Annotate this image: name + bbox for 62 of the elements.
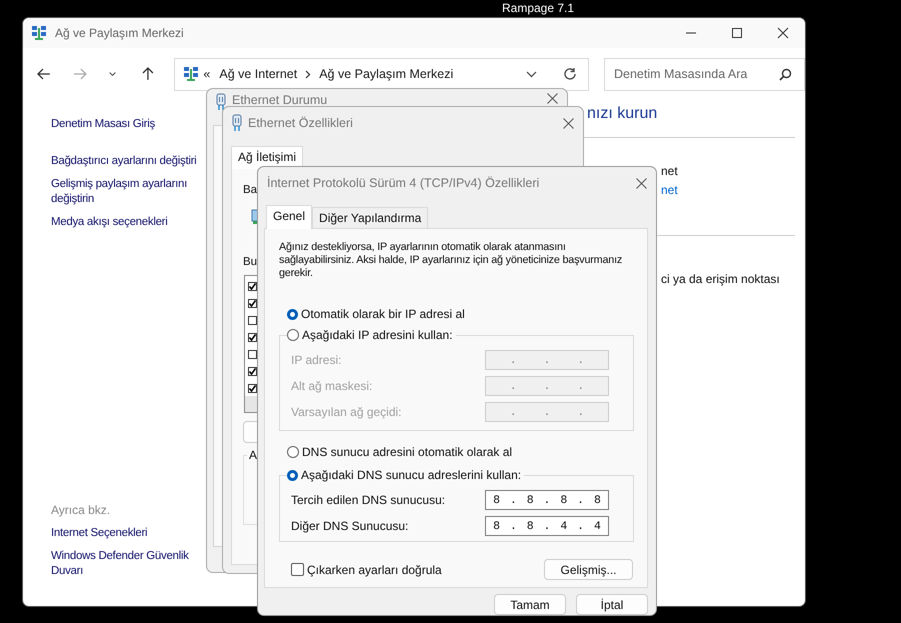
sidebar-link[interactable]: Medya akışı seçenekleri xyxy=(51,215,168,230)
radio-option[interactable]: Aşağıdaki DNS sunucu adreslerini kullan: xyxy=(287,468,524,482)
search-field[interactable]: Denetim Masasında Ara xyxy=(604,58,805,90)
field-label: Varsayılan ağ geçidi: xyxy=(291,405,402,419)
window-title: Ethernet Durumu xyxy=(232,93,328,107)
breadcrumb[interactable]: Ağ ve Internet xyxy=(219,67,298,81)
up-arrow-icon[interactable] xyxy=(140,67,154,81)
ip-address-field[interactable]: 8 . 8 . 8 . 8 xyxy=(485,490,609,510)
tab[interactable]: Genel xyxy=(266,205,312,229)
field-label: IP adresi: xyxy=(291,353,342,367)
connect-using-label: Ba xyxy=(243,183,258,197)
close-icon[interactable] xyxy=(777,27,789,39)
desktop-icon-label[interactable]: Rampage 7.1 xyxy=(502,1,574,15)
checkbox[interactable] xyxy=(248,367,257,376)
back-arrow-icon[interactable] xyxy=(37,67,51,81)
overflow-mark[interactable]: « xyxy=(203,67,210,81)
tab[interactable]: Ağ İletişimi xyxy=(231,146,304,169)
close-icon[interactable] xyxy=(547,93,558,104)
ip-address-field[interactable]: 8 . 8 . 4 . 4 xyxy=(485,516,609,536)
breadcrumb[interactable]: Ağ ve Paylaşım Merkezi xyxy=(319,67,454,81)
validate-checkbox[interactable]: Çıkarken ayarları doğrula xyxy=(291,562,442,576)
checkbox[interactable] xyxy=(248,333,257,342)
radio-option[interactable]: DNS sunucu adresini otomatik olarak al xyxy=(287,445,634,459)
radio-option[interactable]: Otomatik olarak bir IP adresi al xyxy=(287,307,634,321)
field-label: Alt ağ maskesi: xyxy=(291,379,372,393)
chevron-right-icon[interactable] xyxy=(305,70,312,78)
checkbox[interactable] xyxy=(248,299,257,308)
sidebar-link[interactable]: Bağdaştırıcı ayarlarını değiştiri xyxy=(51,154,196,169)
network-icon xyxy=(183,66,200,82)
checkbox[interactable] xyxy=(248,350,257,359)
sidebar-link[interactable]: Internet Seçenekleri xyxy=(51,526,148,541)
ok-button[interactable]: Tamam xyxy=(494,594,566,615)
field-label: Diğer DNS Sunucusu: xyxy=(291,519,408,533)
tab[interactable]: Diğer Yapılandırma xyxy=(312,207,428,228)
radio-option[interactable]: Aşağıdaki IP adresini kullan: xyxy=(287,328,456,342)
see-also-heading: Ayrıca bkz. xyxy=(51,503,112,518)
window-title: Ağ ve Paylaşım Merkezi xyxy=(55,26,184,40)
sidebar-link[interactable]: Windows Defender Güvenlik Duvarı xyxy=(51,549,201,579)
search-icon[interactable] xyxy=(778,68,792,80)
chevron-down-icon[interactable] xyxy=(526,70,537,78)
link[interactable]: net xyxy=(661,183,795,197)
intro-text: Ağınız destekliyorsa, IP ayarlarının otomatik olarak atanmasını sağlayabilirsiniz. Aksi halde, IP ayarlarınız için ağ yöneticinize başvurmanız gerekir. xyxy=(279,241,624,280)
field-label: Tercih edilen DNS sunucusu: xyxy=(291,493,446,507)
close-icon[interactable] xyxy=(563,118,574,128)
cable-plug-icon xyxy=(232,114,242,132)
components-label: Bu xyxy=(243,255,258,269)
checkbox[interactable] xyxy=(248,316,257,325)
advanced-button[interactable]: Gelişmiş... xyxy=(544,559,633,580)
cable-plug-icon xyxy=(216,93,226,111)
checkbox[interactable] xyxy=(248,282,257,291)
window-title: Ethernet Özellikleri xyxy=(248,116,353,130)
window-title: İnternet Protokolü Sürüm 4 (TCP/IPv4) Özellikleri xyxy=(267,176,540,190)
checkbox[interactable] xyxy=(248,384,257,393)
connection-text: net xyxy=(661,164,679,178)
cancel-button[interactable]: İptal xyxy=(576,594,648,615)
refresh-icon[interactable] xyxy=(562,67,577,81)
maximize-icon[interactable] xyxy=(731,27,743,39)
sidebar-link[interactable]: Gelişmiş paylaşım ayarlarını değiştirin xyxy=(51,177,201,207)
close-icon[interactable] xyxy=(636,178,647,188)
connection-text: ci ya da erişim noktası xyxy=(661,272,781,286)
network-icon xyxy=(31,25,47,41)
sidebar-link[interactable]: Denetim Masası Giriş xyxy=(51,117,155,132)
